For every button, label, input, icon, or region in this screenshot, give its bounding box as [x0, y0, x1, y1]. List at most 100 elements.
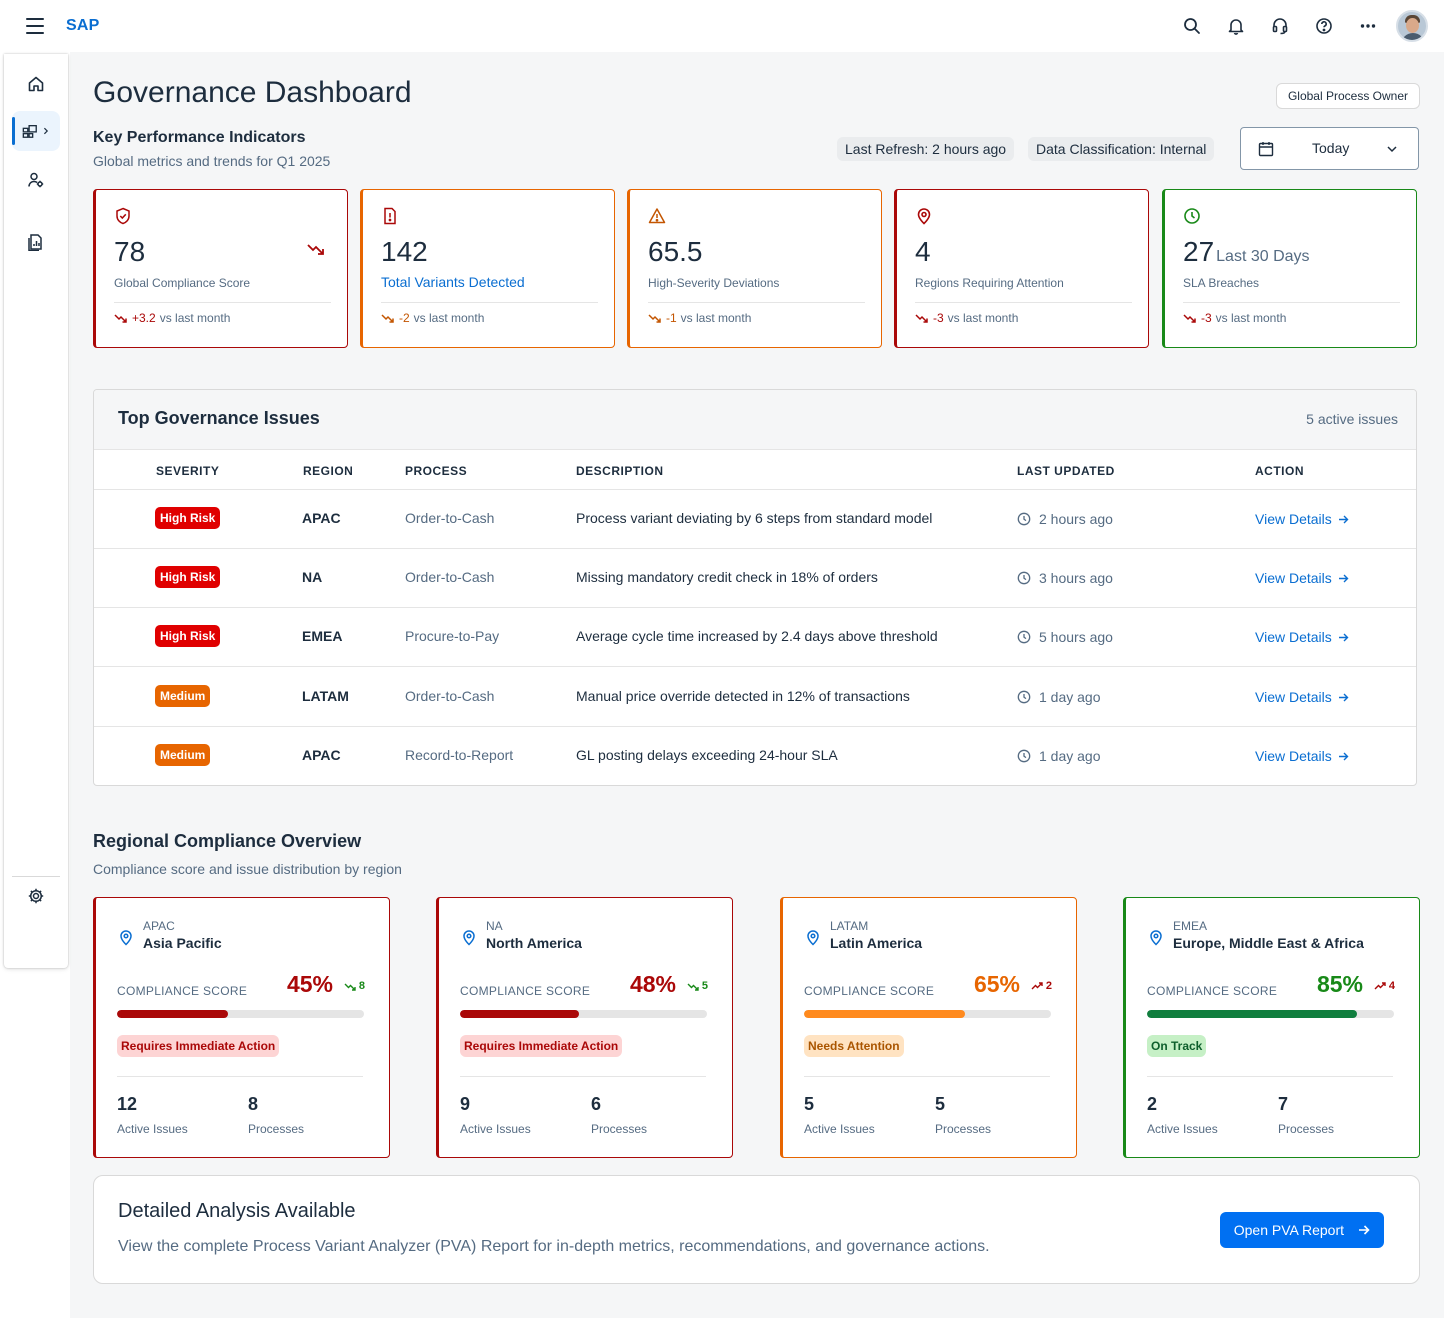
- kpi-value: 142: [381, 236, 428, 267]
- region-card-na[interactable]: NA North America COMPLIANCE SCORE 48% 5 …: [436, 897, 733, 1158]
- active-issues-count: 5: [804, 1094, 815, 1114]
- regional-section-subtitle: Compliance score and issue distribution …: [93, 861, 402, 877]
- row-last-updated: 2 hours ago: [1017, 511, 1113, 527]
- arrow-right-icon: [1338, 574, 1349, 582]
- column-header-region[interactable]: REGION: [303, 464, 353, 478]
- divider: [1183, 302, 1400, 303]
- active-issues-label: Active Issues: [460, 1122, 531, 1136]
- notification-icon[interactable]: [1214, 10, 1258, 42]
- kpi-delta: -1 vs last month: [648, 311, 751, 325]
- region-card-apac[interactable]: APAC Asia Pacific COMPLIANCE SCORE 45% 8…: [93, 897, 390, 1158]
- kpi-delta-label: vs last month: [159, 311, 231, 325]
- kpi-label: Global Compliance Score: [114, 276, 251, 290]
- cta-title: Detailed Analysis Available: [118, 1200, 356, 1222]
- kpi-card-sla[interactable]: 27 Last 30 Days SLA Breaches -3 vs last m…: [1162, 189, 1417, 348]
- row-last-updated: 1 day ago: [1017, 748, 1101, 764]
- brand-logo[interactable]: SAP: [66, 17, 100, 35]
- divider: [648, 302, 865, 303]
- compliance-score-label: COMPLIANCE SCORE: [460, 984, 591, 998]
- nav-reports[interactable]: [12, 222, 60, 262]
- view-details-link[interactable]: View Details: [1255, 511, 1349, 527]
- compliance-progress-bar: [804, 1010, 1051, 1018]
- kpi-delta-value: -3: [1201, 311, 1212, 325]
- shell-bar: SAP: [0, 0, 1444, 52]
- overflow-icon[interactable]: [1346, 10, 1390, 42]
- table-row[interactable]: High Risk EMEA Procure-to-Pay Average cy…: [94, 608, 1416, 667]
- classification-tag: Data Classification: Internal: [1028, 137, 1215, 161]
- chevron-down-icon: [1387, 146, 1397, 153]
- row-region: NA: [302, 569, 323, 585]
- kpi-section-title: Key Performance Indicators: [93, 129, 306, 146]
- divider: [114, 302, 331, 303]
- clock-icon: [1017, 571, 1031, 585]
- kpi-card-variants[interactable]: 142 Total Variants Detected -2 vs last m…: [360, 189, 615, 348]
- kpi-card-regions[interactable]: 4 Regions Requiring Attention -3 vs last…: [894, 189, 1149, 348]
- severity-badge: Medium: [155, 685, 211, 707]
- cta-description: View the complete Process Variant Analyz…: [118, 1238, 990, 1255]
- home-icon: [28, 76, 44, 92]
- table-row[interactable]: Medium APAC Record-to-Report GL posting …: [94, 727, 1416, 785]
- open-pva-report-button[interactable]: Open PVA Report: [1219, 1212, 1384, 1248]
- divider: [804, 1076, 1050, 1077]
- compliance-progress-bar: [117, 1010, 364, 1018]
- nav-home[interactable]: [12, 64, 60, 104]
- kpi-delta: -3 vs last month: [1183, 311, 1286, 325]
- hamburger-menu-icon[interactable]: [26, 18, 44, 34]
- role-chip[interactable]: Global Process Owner: [1275, 83, 1420, 109]
- kpi-delta: -2 vs last month: [381, 311, 484, 325]
- status-badge: On Track: [1147, 1035, 1207, 1057]
- chevron-right-icon: [43, 127, 49, 135]
- table-row[interactable]: High Risk APAC Order-to-Cash Process var…: [94, 490, 1416, 549]
- clock-icon: [1017, 690, 1031, 704]
- table-row[interactable]: High Risk NA Order-to-Cash Missing manda…: [94, 549, 1416, 608]
- nav-users[interactable]: [12, 160, 60, 200]
- kpi-card-compliance[interactable]: 78 Global Compliance Score +3.2 vs last …: [93, 189, 348, 348]
- view-details-link[interactable]: View Details: [1255, 689, 1349, 705]
- kpi-label: Total Variants Detected: [381, 274, 525, 290]
- last-refresh-tag: Last Refresh: 2 hours ago: [837, 137, 1015, 161]
- row-region: APAC: [302, 510, 341, 526]
- nav-settings[interactable]: [12, 876, 60, 916]
- avatar[interactable]: [1396, 10, 1428, 42]
- severity-badge: High Risk: [155, 507, 221, 529]
- location-pin-icon: [120, 930, 132, 946]
- trend-down-icon: [381, 314, 394, 323]
- region-code: LATAM: [830, 919, 869, 933]
- clock-icon: [1017, 749, 1031, 763]
- page-title: Governance Dashboard: [93, 76, 412, 109]
- kpi-value-suffix: Last 30 Days: [1216, 248, 1310, 265]
- date-filter-select[interactable]: Today: [1240, 127, 1419, 170]
- region-card-latam[interactable]: LATAM Latin America COMPLIANCE SCORE 65%…: [780, 897, 1077, 1158]
- region-card-emea[interactable]: EMEA Europe, Middle East & Africa COMPLI…: [1123, 897, 1420, 1158]
- view-details-link[interactable]: View Details: [1255, 629, 1349, 645]
- help-icon[interactable]: [1302, 10, 1346, 42]
- active-issues-label: Active Issues: [1147, 1122, 1218, 1136]
- nav-dashboard[interactable]: [12, 111, 60, 151]
- region-trend: 2: [1031, 980, 1052, 992]
- column-header-process[interactable]: PROCESS: [405, 464, 467, 478]
- view-details-link[interactable]: View Details: [1255, 570, 1349, 586]
- active-issues-count: 9: [460, 1094, 471, 1114]
- processes-count: 6: [591, 1094, 602, 1114]
- row-process: Order-to-Cash: [405, 688, 495, 704]
- view-details-link[interactable]: View Details: [1255, 748, 1349, 764]
- row-last-updated: 1 day ago: [1017, 689, 1101, 705]
- column-header-description[interactable]: DESCRIPTION: [576, 464, 664, 478]
- kpi-delta: +3.2 vs last month: [114, 311, 230, 325]
- row-last-updated: 3 hours ago: [1017, 570, 1113, 586]
- table-row[interactable]: Medium LATAM Order-to-Cash Manual price …: [94, 668, 1416, 727]
- severity-badge: High Risk: [155, 566, 221, 588]
- column-header-last-updated[interactable]: LAST UPDATED: [1017, 464, 1115, 478]
- support-icon[interactable]: [1258, 10, 1302, 42]
- compliance-score-label: COMPLIANCE SCORE: [804, 984, 935, 998]
- settings-icon: [28, 888, 44, 904]
- kpi-card-deviations[interactable]: 65.5 High-Severity Deviations -1 vs last…: [627, 189, 882, 348]
- processes-count: 8: [248, 1094, 259, 1114]
- kpi-delta-label: vs last month: [947, 311, 1019, 325]
- trend-up-icon: [1374, 981, 1386, 989]
- compliance-score-label: COMPLIANCE SCORE: [117, 984, 248, 998]
- arrow-right-icon: [1338, 752, 1349, 760]
- search-icon[interactable]: [1170, 10, 1214, 42]
- column-header-severity[interactable]: SEVERITY: [156, 464, 219, 478]
- kpi-delta-label: vs last month: [1215, 311, 1287, 325]
